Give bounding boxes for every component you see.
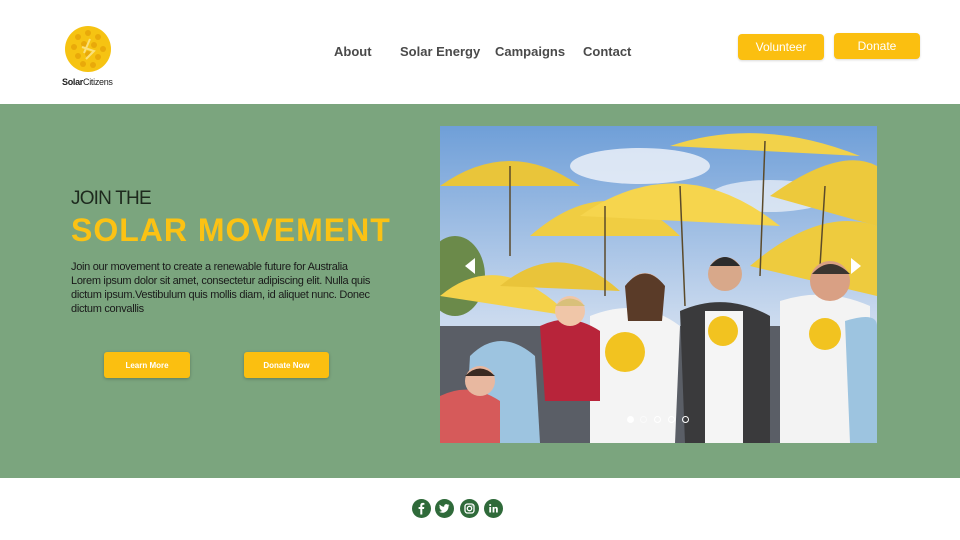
nav-solar-energy[interactable]: Solar Energy xyxy=(400,44,480,59)
arrow-left-icon[interactable] xyxy=(460,254,480,278)
hero-title: SOLAR MOVEMENT xyxy=(71,212,391,248)
people-with-yellow-umbrellas-photo xyxy=(440,126,877,443)
site-header: SolarCitizens About Solar Energy Campaig… xyxy=(0,0,960,104)
arrow-right-icon[interactable] xyxy=(846,254,866,278)
hero-section: JOIN THE SOLAR MOVEMENT Join our movemen… xyxy=(0,104,960,478)
hero-pretitle: JOIN THE xyxy=(71,188,152,209)
donate-now-button[interactable]: Donate Now xyxy=(244,352,329,378)
slide-dot[interactable] xyxy=(668,416,675,423)
nav-contact[interactable]: Contact xyxy=(583,44,631,59)
hero-body-text: Join our movement to create a renewable … xyxy=(71,261,371,315)
linkedin-icon[interactable] xyxy=(484,499,503,518)
site-logo[interactable]: SolarCitizens xyxy=(62,25,118,89)
hero-slideshow[interactable] xyxy=(440,126,877,443)
volunteer-button[interactable]: Volunteer xyxy=(738,34,824,60)
sun-logo-icon xyxy=(65,26,111,72)
slide-dot[interactable] xyxy=(640,416,647,423)
instagram-icon[interactable] xyxy=(460,499,479,518)
site-footer xyxy=(0,478,960,540)
slide-dot[interactable] xyxy=(654,416,661,423)
slide-dot[interactable] xyxy=(627,416,634,423)
slide-dot[interactable] xyxy=(682,416,689,423)
logo-wordmark: SolarCitizens xyxy=(62,77,113,87)
nav-about[interactable]: About xyxy=(334,44,372,59)
donate-button[interactable]: Donate xyxy=(834,33,920,59)
nav-campaigns[interactable]: Campaigns xyxy=(495,44,565,59)
facebook-icon[interactable] xyxy=(412,499,431,518)
twitter-icon[interactable] xyxy=(435,499,454,518)
learn-more-button[interactable]: Learn More xyxy=(104,352,190,378)
